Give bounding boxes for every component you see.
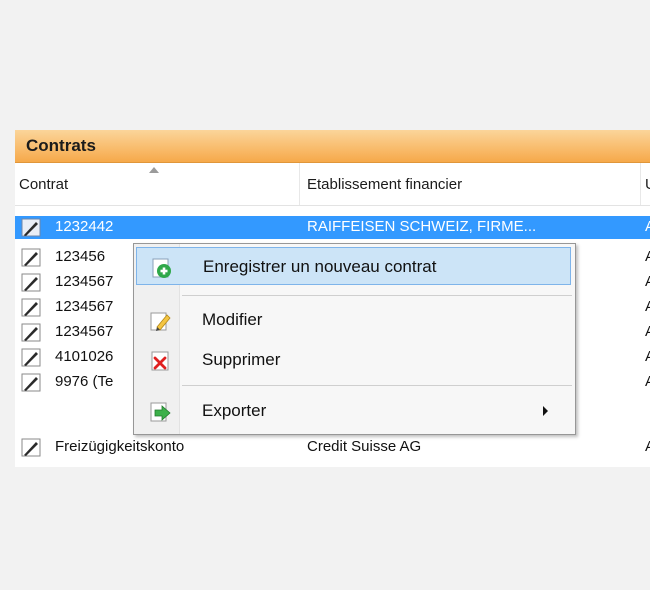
menu-item-label: Modifier <box>202 310 263 329</box>
column-header-third[interactable]: U <box>645 176 650 193</box>
column-divider[interactable] <box>299 163 300 205</box>
contract-row-icon <box>21 298 41 317</box>
contract-row-icon <box>21 248 41 267</box>
row-col3: A <box>645 298 650 315</box>
column-divider[interactable] <box>640 163 641 205</box>
row-col3: A <box>645 323 650 340</box>
sort-ascending-icon <box>149 167 159 173</box>
column-header-contract[interactable]: Contrat <box>19 176 68 193</box>
column-header-institution[interactable]: Etablissement financier <box>307 176 462 193</box>
institution-name: Credit Suisse AG <box>307 438 422 455</box>
institution-name: RAIFFEISEN SCHWEIZ, FIRME... <box>307 218 537 235</box>
contract-number: 1232442 <box>55 218 114 235</box>
contract-number: 123456 <box>55 248 106 265</box>
menu-separator <box>182 385 572 386</box>
row-col3: A <box>645 248 650 265</box>
table-row[interactable]: 1232442 RAIFFEISEN SCHWEIZ, FIRME... A <box>15 216 650 239</box>
contract-row-icon <box>21 348 41 367</box>
submenu-arrow-icon <box>543 406 548 416</box>
row-col3: A <box>645 273 650 290</box>
row-col3: A <box>645 438 650 455</box>
delete-x-icon <box>151 351 169 371</box>
menu-item-label: Enregistrer un nouveau contrat <box>203 257 437 276</box>
edit-pencil-icon <box>150 312 171 331</box>
export-arrow-icon <box>150 402 171 422</box>
menu-separator <box>182 295 572 296</box>
contract-number: 1234567 <box>55 273 114 290</box>
row-col3: A <box>645 218 650 235</box>
menu-item-delete[interactable]: Supprimer <box>136 341 571 379</box>
table-row[interactable]: Freizügigkeitskonto Credit Suisse AG A <box>15 436 650 459</box>
contract-number: 1234567 <box>55 323 114 340</box>
panel-title: Contrats <box>26 136 96 155</box>
menu-item-export[interactable]: Exporter <box>136 392 571 430</box>
contract-row-icon <box>21 273 41 292</box>
contract-number: 1234567 <box>55 298 114 315</box>
row-col3: A <box>645 348 650 365</box>
contract-row-icon <box>21 438 41 457</box>
menu-item-label: Exporter <box>202 401 267 420</box>
row-col3: A <box>645 373 650 390</box>
column-headers: Contrat Etablissement financier U <box>15 163 650 206</box>
menu-item-new-contract[interactable]: Enregistrer un nouveau contrat <box>136 247 571 285</box>
contract-row-icon <box>21 218 41 237</box>
contract-number: 9976 (Te <box>55 373 114 390</box>
contract-number: 4101026 <box>55 348 114 365</box>
context-menu: Enregistrer un nouveau contrat Modifier … <box>133 243 576 435</box>
menu-item-label: Supprimer <box>202 350 281 369</box>
panel-header: Contrats <box>15 130 650 163</box>
add-contract-icon <box>152 258 171 278</box>
contract-row-icon <box>21 323 41 342</box>
contract-row-icon <box>21 373 41 392</box>
contract-number: Freizügigkeitskonto <box>55 438 185 455</box>
menu-item-edit[interactable]: Modifier <box>136 301 571 339</box>
